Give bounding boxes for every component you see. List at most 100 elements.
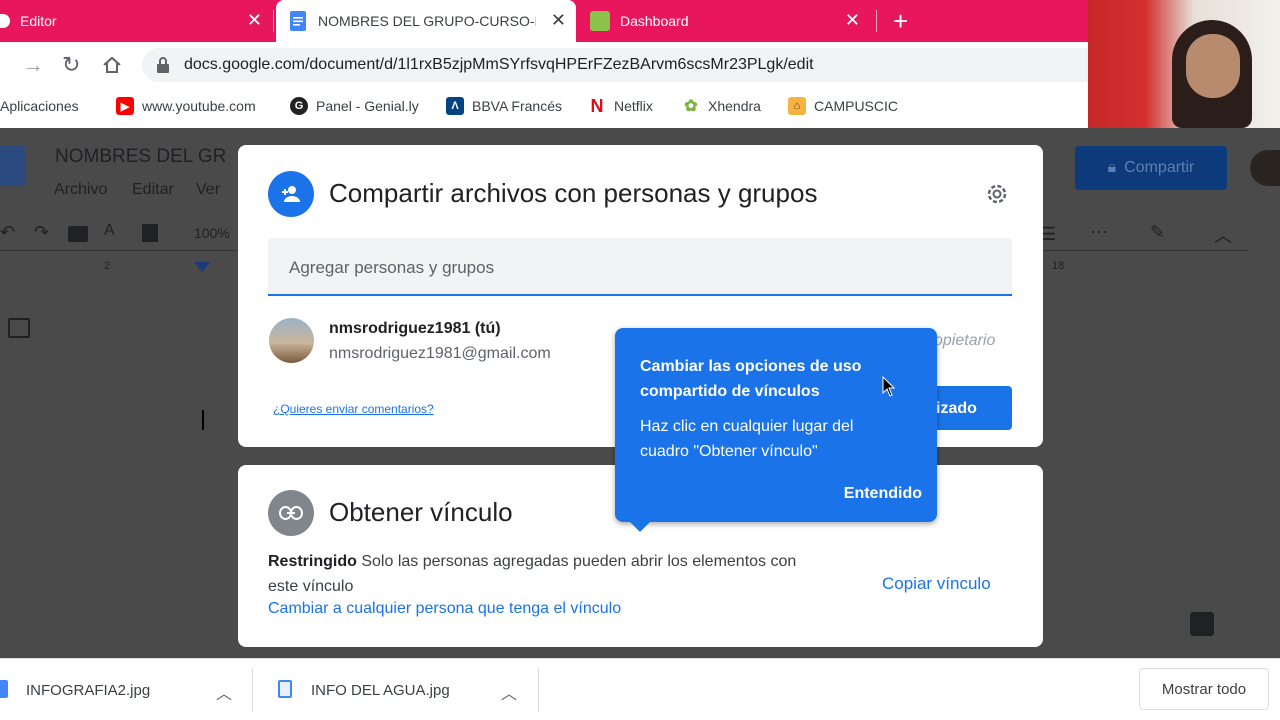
restriction-text: Solo las personas agregadas pueden abrir… [361, 553, 797, 570]
doc-title[interactable]: NOMBRES DEL GR [55, 146, 226, 168]
home-icon[interactable] [102, 55, 122, 75]
lock-icon: 🔒︎ [1107, 159, 1117, 176]
show-all-button[interactable]: Mostrar todo [1139, 668, 1269, 710]
spellcheck-icon[interactable]: A [104, 222, 115, 240]
flower-icon: ✿ [684, 98, 698, 115]
add-comment-icon[interactable] [1190, 612, 1214, 636]
copy-link-button[interactable]: Copiar vínculo [882, 574, 991, 594]
tab-dashboard[interactable]: Dashboard ✕ [580, 0, 870, 42]
menu-ver[interactable]: Ver [196, 181, 220, 199]
tooltip-body-line: Haz clic en cualquier lugar del [640, 418, 854, 435]
avatar [269, 318, 314, 363]
user-email: nmsrodriguez1981@gmail.com [329, 345, 551, 362]
download-divider [252, 668, 253, 712]
lock-icon[interactable] [156, 57, 170, 73]
tab-label: Dashboard [620, 13, 689, 29]
restriction-text-continued: este vínculo [268, 578, 354, 595]
bookmark-label: CAMPUSCIC [814, 98, 899, 114]
chevron-up-icon[interactable]: ︿ [501, 680, 517, 704]
docs-icon [290, 11, 306, 31]
youtube-icon: ▶ [116, 97, 134, 115]
edit-mode-icon[interactable]: ✎ [1150, 222, 1165, 243]
chevron-up-icon[interactable]: ︿ [216, 680, 232, 704]
change-link-access[interactable]: Cambiar a cualquier persona que tenga el… [268, 600, 621, 618]
avatar[interactable] [1250, 150, 1280, 186]
bookmark-label: Netflix [614, 98, 653, 114]
add-people-input[interactable]: Agregar personas y grupos [268, 238, 1012, 296]
show-all-label: Mostrar todo [1161, 680, 1247, 698]
ruler-indent-marker[interactable] [194, 262, 210, 272]
ruler-number: 2 [104, 260, 111, 272]
bookmark-label: BBVA Francés [472, 98, 563, 114]
tooltip-body-line: cuadro "Obtener vínculo" [640, 443, 818, 460]
restriction-label: Restringido [268, 553, 357, 570]
bbva-icon: Λ [446, 97, 464, 115]
share-button-label: Compartir [1124, 159, 1195, 176]
share-button[interactable]: 🔒︎ Compartir [1075, 146, 1227, 190]
tooltip-body: Haz clic en cualquier lugar del cuadro "… [640, 414, 853, 464]
feedback-link[interactable]: ¿Quieres enviar comentarios? [273, 402, 434, 416]
editor-tab-icon [0, 14, 10, 28]
close-icon[interactable]: ✕ [247, 11, 262, 29]
netflix-icon: N [590, 95, 604, 116]
more-icon[interactable]: ⋯ [1090, 222, 1108, 243]
tab-editor[interactable]: Editor ✕ [0, 0, 272, 42]
mouse-pointer-icon [882, 376, 896, 397]
bookmark-xhendra[interactable]: ✿ Xhendra [682, 96, 761, 116]
menu-archivo[interactable]: Archivo [54, 181, 107, 199]
download-filename[interactable]: INFO DEL AGUA.jpg [311, 682, 450, 699]
menu-editar[interactable]: Editar [132, 181, 174, 199]
bookmark-label: Aplicaciones [0, 98, 79, 114]
paint-format-icon[interactable] [142, 224, 158, 242]
tooltip-title-line: Cambiar las opciones de uso [640, 358, 862, 375]
tab-divider [273, 10, 274, 32]
bookmark-campuscic[interactable]: ⌂ CAMPUSCIC [788, 96, 898, 116]
new-tab-icon[interactable]: + [893, 8, 908, 34]
genially-icon: G [290, 97, 308, 115]
tab-label: NOMBRES DEL GRUPO-CURSO-I [318, 13, 536, 29]
undo-icon[interactable]: ↶ [0, 222, 15, 243]
restriction-description[interactable]: Restringido Solo las personas agregadas … [268, 549, 868, 599]
bookmark-aplicaciones[interactable]: Aplicaciones [0, 96, 79, 116]
input-placeholder: Agregar personas y grupos [289, 258, 495, 277]
role-label: opietario [934, 332, 996, 349]
done-button-label: izado [936, 400, 977, 417]
gear-icon[interactable] [984, 181, 1010, 207]
tab-divider [876, 10, 877, 32]
downloads-bar [0, 658, 1280, 720]
close-icon[interactable]: ✕ [845, 11, 860, 29]
link-icon [268, 490, 314, 536]
bookmark-label: Panel - Genial.ly [316, 98, 419, 114]
got-it-button[interactable]: Entendido [844, 485, 922, 503]
close-icon[interactable]: ✕ [551, 11, 566, 29]
tooltip-title: Cambiar las opciones de uso compartido d… [640, 354, 861, 404]
download-filename[interactable]: INFOGRAFIA2.jpg [26, 682, 150, 699]
campus-icon: ⌂ [788, 97, 806, 115]
person-face [1186, 34, 1240, 98]
dashboard-icon [590, 11, 610, 31]
image-file-icon [0, 680, 8, 698]
collapse-icon[interactable]: ︿ [1214, 222, 1232, 248]
bookmark-bbva[interactable]: Λ BBVA Francés [446, 96, 562, 116]
download-divider [538, 668, 539, 712]
bookmark-netflix[interactable]: N Netflix [588, 96, 653, 116]
add-person-icon [268, 171, 314, 217]
reload-icon[interactable]: ↻ [62, 52, 80, 78]
image-file-icon [278, 680, 292, 698]
redo-icon[interactable]: ↷ [34, 222, 49, 243]
print-icon[interactable] [68, 226, 88, 242]
zoom-select[interactable]: 100% [194, 225, 230, 241]
bookmark-label: Xhendra [708, 98, 761, 114]
forward-icon[interactable]: → [22, 52, 44, 78]
docs-logo-icon [0, 146, 26, 186]
ruler-number: 18 [1052, 260, 1065, 272]
bookmark-youtube[interactable]: ▶ www.youtube.com [116, 96, 256, 116]
tooltip-title-line: compartido de vínculos [640, 383, 820, 400]
bookmark-genially[interactable]: G Panel - Genial.ly [290, 96, 419, 116]
url-text[interactable]: docs.google.com/document/d/1l1rxB5zjpMmS… [184, 56, 814, 74]
tooltip-popup: Cambiar las opciones de uso compartido d… [615, 328, 937, 522]
tab-label: Editor [20, 13, 57, 29]
outline-icon[interactable] [8, 318, 30, 338]
tab-nombres-del-grupo[interactable]: NOMBRES DEL GRUPO-CURSO-I ✕ [276, 0, 576, 42]
tooltip-arrow [628, 520, 652, 532]
